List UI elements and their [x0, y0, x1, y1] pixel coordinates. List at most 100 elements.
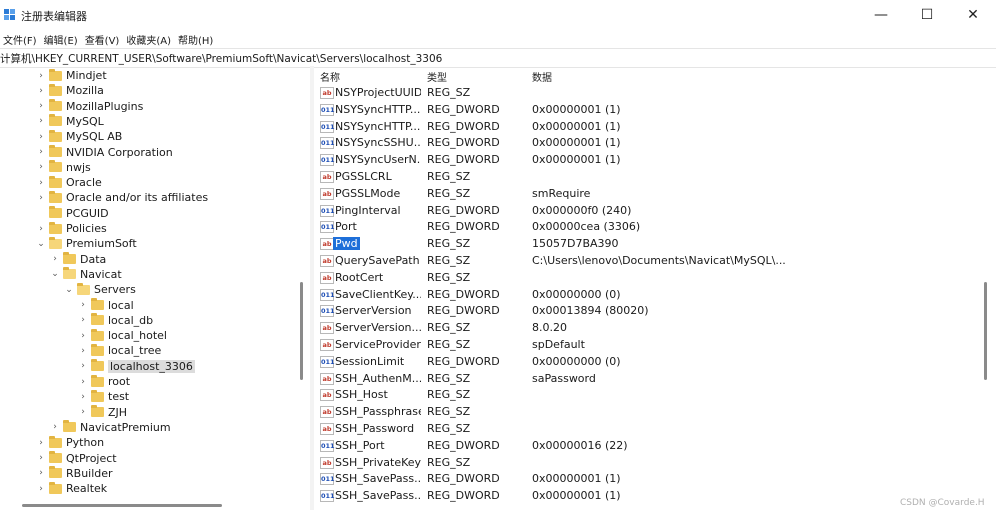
tree-item[interactable]: PCGUID [36, 206, 109, 221]
value-row[interactable]: ab SSH_Password REG_SZ [314, 420, 994, 437]
chevron-right-icon[interactable] [36, 207, 46, 219]
chevron-right-icon[interactable]: › [36, 161, 46, 173]
value-row[interactable]: ab RootCert REG_SZ [314, 269, 994, 286]
tree-horizontal-scrollbar[interactable] [22, 504, 222, 507]
column-header-type[interactable]: 类型 [427, 69, 447, 84]
chevron-right-icon[interactable]: › [36, 131, 46, 143]
value-row[interactable]: ab PGSSLCRL REG_SZ [314, 168, 994, 185]
tree-item[interactable]: › RBuilder [36, 466, 113, 481]
value-row[interactable]: 011 NSYSyncSSHU... REG_DWORD 0x00000001 (1) [314, 134, 994, 151]
tree-item[interactable]: ⌄ Navicat [50, 267, 122, 282]
column-header-name[interactable]: 名称 [320, 69, 340, 84]
address-path[interactable]: 计算机\HKEY_CURRENT_USER\Software\PremiumSo… [0, 51, 442, 66]
tree-item[interactable]: › MySQL [36, 114, 104, 129]
value-name: SSH_SavePass... [335, 472, 421, 486]
chevron-right-icon[interactable]: › [78, 345, 88, 357]
tree-item[interactable]: › Oracle [36, 175, 102, 190]
chevron-right-icon[interactable]: › [78, 391, 88, 403]
tree-item[interactable]: › Mozilla [36, 83, 104, 98]
value-row[interactable]: ab ServiceProvider REG_SZ spDefault [314, 336, 994, 353]
value-row[interactable]: ab SSH_Passphrase REG_SZ [314, 403, 994, 420]
chevron-right-icon[interactable]: › [36, 177, 46, 189]
tree-item[interactable]: › Policies [36, 221, 107, 236]
tree-item[interactable]: › local_hotel [78, 328, 167, 343]
tree-item[interactable]: › localhost_3306 [78, 359, 195, 374]
tree-item[interactable]: › test [78, 389, 129, 404]
chevron-right-icon[interactable]: › [36, 223, 46, 235]
chevron-right-icon[interactable]: › [36, 115, 46, 127]
close-button[interactable]: ✕ [950, 0, 996, 30]
tree-vertical-scrollbar[interactable] [300, 282, 303, 380]
tree-item[interactable]: › MozillaPlugins [36, 99, 143, 114]
menu-edit[interactable]: 编辑(E) [41, 30, 81, 48]
tree-item[interactable]: › Data [50, 252, 106, 267]
chevron-right-icon[interactable]: › [78, 360, 88, 372]
value-data: 0x00000000 (0) [532, 354, 621, 368]
tree-item[interactable]: › nwjs [36, 160, 91, 175]
chevron-right-icon[interactable]: › [36, 467, 46, 479]
menu-help[interactable]: 帮助(H) [175, 30, 216, 48]
value-row[interactable]: 011 SSH_Port REG_DWORD 0x00000016 (22) [314, 437, 994, 454]
minimize-button[interactable]: — [858, 0, 904, 30]
chevron-right-icon[interactable]: › [36, 192, 46, 204]
menu-file[interactable]: 文件(F) [0, 30, 40, 48]
tree-item[interactable]: › Realtek [36, 481, 107, 496]
chevron-right-icon[interactable]: › [36, 146, 46, 158]
value-row[interactable]: ab NSYProjectUUID REG_SZ [314, 84, 994, 101]
tree-item[interactable]: › QtProject [36, 451, 117, 466]
tree-item[interactable]: › local [78, 298, 134, 313]
tree-item[interactable]: › local_db [78, 313, 153, 328]
chevron-right-icon[interactable]: › [78, 330, 88, 342]
tree-item[interactable]: › root [78, 374, 130, 389]
chevron-right-icon[interactable]: › [78, 299, 88, 311]
chevron-right-icon[interactable]: › [36, 100, 46, 112]
address-bar[interactable]: 计算机\HKEY_CURRENT_USER\Software\PremiumSo… [0, 48, 996, 68]
value-row[interactable]: 011 NSYSyncHTTP... REG_DWORD 0x00000001 (1) [314, 101, 994, 118]
value-row[interactable]: 011 Port REG_DWORD 0x00000cea (3306) [314, 218, 994, 235]
chevron-right-icon[interactable]: › [50, 421, 60, 433]
column-header-data[interactable]: 数据 [532, 69, 552, 84]
chevron-down-icon[interactable]: ⌄ [50, 268, 60, 280]
tree-item[interactable]: › NVIDIA Corporation [36, 145, 173, 160]
value-row[interactable]: ab SSH_PrivateKey REG_SZ [314, 454, 994, 471]
chevron-right-icon[interactable]: › [50, 253, 60, 265]
tree-item[interactable]: › MySQL AB [36, 129, 122, 144]
tree-item[interactable]: › Mindjet [36, 68, 107, 83]
value-row[interactable]: ab PGSSLMode REG_SZ smRequire [314, 185, 994, 202]
tree-item[interactable]: › Oracle and/or its affiliates [36, 190, 208, 205]
tree-item[interactable]: › NavicatPremium [50, 420, 171, 435]
value-row[interactable]: 011 ServerVersion REG_DWORD 0x00013894 (800… [314, 302, 994, 319]
chevron-down-icon[interactable]: ⌄ [36, 238, 46, 250]
chevron-down-icon[interactable]: ⌄ [64, 284, 74, 296]
tree-item[interactable]: ⌄ PremiumSoft [36, 236, 137, 251]
value-row[interactable]: 011 PingInterval REG_DWORD 0x000000f0 (240) [314, 202, 994, 219]
value-row[interactable]: 011 SessionLimit REG_DWORD 0x00000000 (0) [314, 353, 994, 370]
chevron-right-icon[interactable]: › [36, 452, 46, 464]
chevron-right-icon[interactable]: › [36, 437, 46, 449]
maximize-button[interactable]: ☐ [904, 0, 950, 30]
chevron-right-icon[interactable]: › [78, 376, 88, 388]
value-row[interactable]: ab SSH_Host REG_SZ [314, 386, 994, 403]
values-vertical-scrollbar[interactable] [984, 282, 987, 380]
tree-item[interactable]: › Python [36, 435, 104, 450]
value-row[interactable]: 011 NSYSyncHTTP... REG_DWORD 0x00000001 (1) [314, 118, 994, 135]
chevron-right-icon[interactable]: › [78, 406, 88, 418]
chevron-right-icon[interactable]: › [36, 483, 46, 495]
value-row[interactable]: 011 NSYSyncUserN... REG_DWORD 0x00000001 (1… [314, 151, 994, 168]
menu-favorites[interactable]: 收藏夹(A) [123, 30, 174, 48]
chevron-right-icon[interactable]: › [36, 70, 46, 82]
menu-view[interactable]: 查看(V) [82, 30, 123, 48]
chevron-right-icon[interactable]: › [36, 85, 46, 97]
value-row[interactable]: ab ServerVersion... REG_SZ 8.0.20 [314, 319, 994, 336]
value-row[interactable]: ab Pwd REG_SZ 15057D7BA390 [314, 235, 994, 252]
key-tree-pane[interactable]: › Mindjet › Mozilla › MozillaPlugins › MySQL › My… [0, 68, 310, 510]
value-row[interactable]: ab QuerySavePath REG_SZ C:\Users\lenovo\Doc… [314, 252, 994, 269]
chevron-right-icon[interactable]: › [78, 314, 88, 326]
tree-item[interactable]: › local_tree [78, 343, 161, 358]
value-row[interactable]: 011 SaveClientKey... REG_DWORD 0x00000000 (… [314, 286, 994, 303]
value-row[interactable]: 011 SSH_SavePass... REG_DWORD 0x00000001 (1… [314, 487, 994, 504]
value-row[interactable]: 011 SSH_SavePass... REG_DWORD 0x00000001 (1… [314, 470, 994, 487]
tree-item[interactable]: ⌄ Servers [64, 282, 136, 297]
value-row[interactable]: ab SSH_AuthenM... REG_SZ saPassword [314, 370, 994, 387]
tree-item[interactable]: › ZJH [78, 405, 127, 420]
